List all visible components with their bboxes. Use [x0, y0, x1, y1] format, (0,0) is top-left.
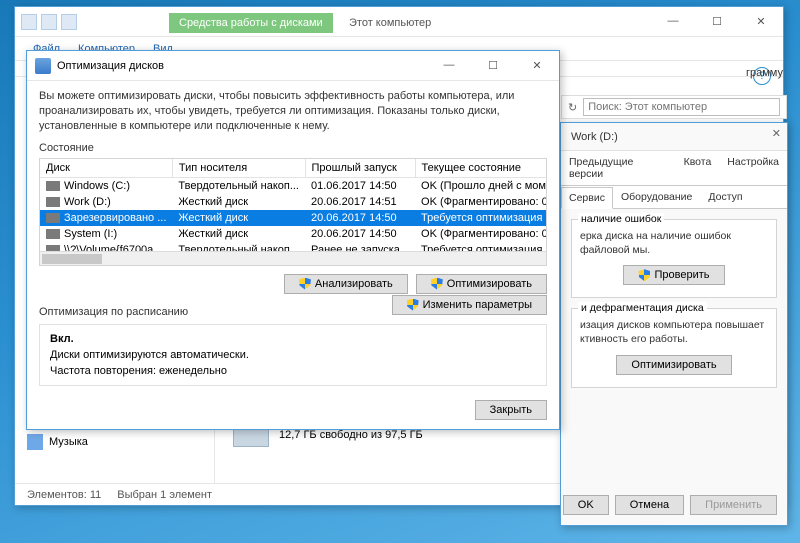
scrollbar-thumb[interactable] — [42, 254, 102, 264]
tab-customize[interactable]: Настройка — [719, 151, 787, 185]
drive-icon — [46, 213, 60, 223]
sched-text1: Диски оптимизируются автоматически. — [50, 349, 536, 361]
close-icon[interactable]: ✕ — [772, 127, 781, 140]
drives-table[interactable]: Диск Тип носителя Прошлый запуск Текущее… — [40, 159, 547, 258]
group-error-check: наличие ошибок ерка диска на наличие оши… — [571, 219, 777, 298]
tab-sharing[interactable]: Доступ — [700, 186, 750, 208]
sched-on: Вкл. — [50, 333, 74, 345]
optimize-button[interactable]: Оптимизировать — [616, 355, 731, 375]
drive-icon — [46, 181, 60, 191]
maximize-button[interactable]: ☐ — [471, 51, 515, 79]
col-media[interactable]: Тип носителя — [172, 159, 305, 178]
nav-item-music[interactable]: Музыка — [15, 431, 214, 453]
group-defrag: и дефрагментация диска изация дисков ком… — [571, 308, 777, 387]
address-search-row: ↻ — [561, 95, 787, 119]
props-tabs-row2: Сервис Оборудование Доступ — [561, 186, 787, 209]
music-icon — [27, 434, 43, 450]
shield-icon — [431, 278, 443, 290]
analyze-button[interactable]: Анализировать — [284, 274, 408, 294]
close-button[interactable]: ✕ — [739, 7, 783, 35]
opt-description: Вы можете оптимизировать диски, чтобы по… — [27, 81, 559, 138]
ok-button[interactable]: OK — [563, 495, 609, 515]
defrag-icon — [35, 58, 51, 74]
status-selected: Выбран 1 элемент — [117, 489, 212, 501]
tab-hardware[interactable]: Оборудование — [613, 186, 700, 208]
props-title: Work (D:) — [561, 123, 787, 151]
apply-button[interactable]: Применить — [690, 495, 777, 515]
close-dialog-button[interactable]: Закрыть — [475, 400, 547, 420]
check-button[interactable]: Проверить — [623, 265, 724, 285]
optimize-drives-dialog: Оптимизация дисков — ☐ ✕ Вы можете оптим… — [26, 50, 560, 430]
tab-service[interactable]: Сервис — [561, 187, 613, 209]
window-title: Этот компьютер — [349, 17, 431, 29]
table-row[interactable]: System (I:)Жесткий диск20.06.2017 14:50O… — [40, 226, 547, 242]
tab-prev-versions[interactable]: Предыдущие версии — [561, 151, 676, 185]
status-count: Элементов: 11 — [27, 489, 101, 501]
system-menu-icon[interactable] — [21, 14, 37, 30]
props-tabs-row1: Предыдущие версии Квота Настройка — [561, 151, 787, 186]
table-row[interactable]: Зарезервировано ...Жесткий диск20.06.201… — [40, 210, 547, 226]
sched-text2: Частота повторения: еженедельно — [50, 365, 536, 377]
table-row[interactable]: Windows (C:)Твердотельный накоп...01.06.… — [40, 177, 547, 194]
close-button[interactable]: ✕ — [515, 51, 559, 79]
opt-title: Оптимизация дисков — [57, 60, 164, 72]
drive-icon — [46, 229, 60, 239]
window-controls: — ☐ ✕ — [651, 7, 783, 35]
col-status[interactable]: Текущее состояние — [415, 159, 547, 178]
shield-icon — [407, 299, 419, 311]
optimize-all-button[interactable]: Оптимизировать — [416, 274, 547, 294]
cancel-button[interactable]: Отмена — [615, 495, 684, 515]
bg-text: грамму — [746, 67, 783, 79]
col-disk[interactable]: Диск — [40, 159, 172, 178]
quick-access-icon[interactable] — [61, 14, 77, 30]
drive-free-text: 12,7 ГБ свободно из 97,5 ГБ — [279, 429, 423, 441]
table-row[interactable]: Work (D:)Жесткий диск20.06.2017 14:51OK … — [40, 194, 547, 210]
drives-table-wrap: Диск Тип носителя Прошлый запуск Текущее… — [39, 158, 547, 266]
drive-properties-dialog: ↻ Work (D:) ✕ грамму Предыдущие версии К… — [560, 122, 788, 526]
search-input[interactable] — [583, 98, 780, 116]
col-last[interactable]: Прошлый запуск — [305, 159, 415, 178]
quick-access-icon[interactable] — [41, 14, 57, 30]
drive-icon — [46, 197, 60, 207]
minimize-button[interactable]: — — [427, 51, 471, 79]
horizontal-scrollbar[interactable] — [40, 251, 546, 265]
shield-icon — [638, 269, 650, 281]
state-label: Состояние — [27, 138, 559, 156]
tab-quota[interactable]: Квота — [676, 151, 720, 185]
schedule-box: Изменить параметры Вкл. Диски оптимизиру… — [39, 324, 547, 386]
minimize-button[interactable]: — — [651, 7, 695, 35]
change-settings-button[interactable]: Изменить параметры — [392, 295, 547, 315]
shield-icon — [299, 278, 311, 290]
maximize-button[interactable]: ☐ — [695, 7, 739, 35]
contextual-tab-drives[interactable]: Средства работы с дисками — [169, 13, 333, 33]
